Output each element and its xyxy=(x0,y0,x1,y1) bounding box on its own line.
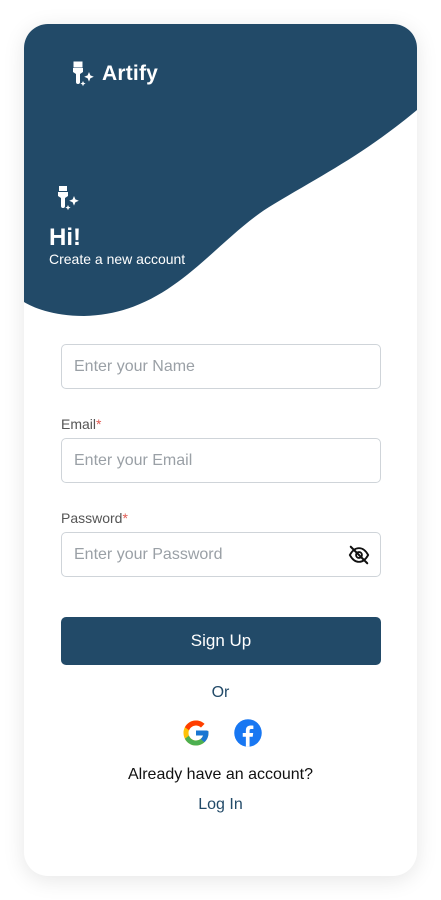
email-input[interactable] xyxy=(61,438,381,483)
brand-name: Artify xyxy=(102,62,159,85)
eye-off-icon[interactable] xyxy=(348,544,370,566)
hero-subtitle: Create a new account xyxy=(49,251,186,267)
social-login-group xyxy=(181,718,263,748)
paintbrush-sparkle-icon xyxy=(58,186,79,211)
log-in-link[interactable]: Log In xyxy=(24,796,417,814)
required-mark: * xyxy=(122,510,128,526)
already-have-account-text: Already have an account? xyxy=(127,766,313,783)
name-input[interactable] xyxy=(61,344,381,389)
brand-logo[interactable]: Artify xyxy=(70,60,158,88)
hero-banner: Artify Hi! Create a new account xyxy=(24,24,417,324)
sign-up-button[interactable]: Sign Up xyxy=(61,617,381,665)
or-divider: Or xyxy=(211,684,230,701)
google-icon[interactable] xyxy=(181,718,211,748)
paintbrush-sparkle-icon xyxy=(73,61,94,87)
facebook-icon[interactable] xyxy=(233,718,263,748)
password-label-text: Password xyxy=(61,510,123,526)
password-input[interactable] xyxy=(61,532,381,577)
email-label: Email* xyxy=(61,416,101,432)
email-label-text: Email xyxy=(61,416,97,432)
required-mark: * xyxy=(96,416,102,432)
password-label: Password* xyxy=(61,510,128,526)
hero-icon xyxy=(55,184,81,212)
signup-card: Artify Hi! Create a new account Email* P… xyxy=(24,24,417,876)
hero-title: Hi! xyxy=(49,224,81,251)
